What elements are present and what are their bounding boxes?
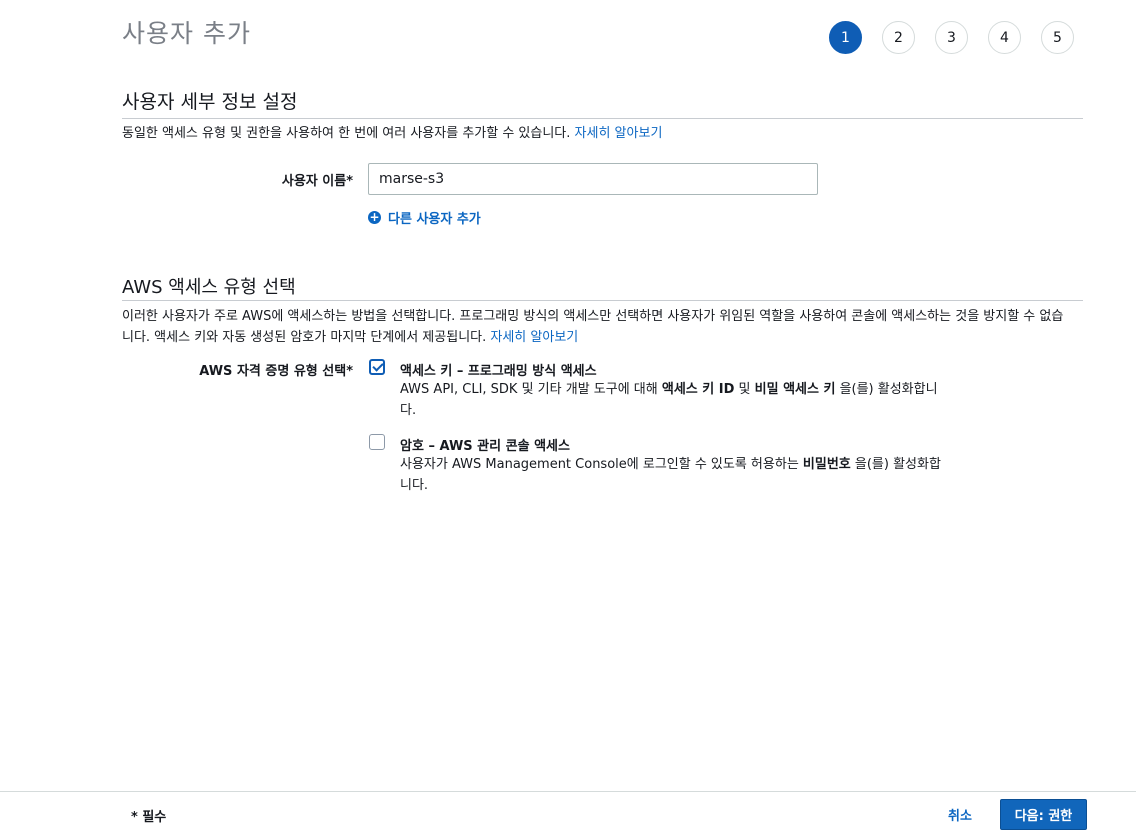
desc-bold: 액세스 키 ID <box>661 382 735 397</box>
username-label: 사용자 이름* <box>281 174 353 189</box>
desc-bold: 비밀번호 <box>802 457 851 472</box>
user-details-description: 동일한 액세스 유형 및 권한을 사용하여 한 번에 여러 사용자를 추가할 수… <box>122 123 662 144</box>
console-access-title: 암호 – AWS 관리 콘솔 액세스 <box>400 439 570 454</box>
desc-bold: 비밀 액세스 키 <box>754 382 836 397</box>
plus-circle-icon: + <box>368 210 381 224</box>
access-type-heading: AWS 액세스 유형 선택 <box>122 277 296 298</box>
programmatic-access-checkbox[interactable] <box>369 359 385 375</box>
access-type-description-line2: 니다. 액세스 키와 자동 생성된 암호가 마지막 단계에서 제공됩니다. 자세… <box>122 327 1063 348</box>
next-permissions-button[interactable]: 다음: 권한 <box>1000 799 1087 830</box>
console-access-description: 사용자가 AWS Management Console에 로그인할 수 있도록 … <box>400 454 945 496</box>
desc-text: 사용자가 AWS Management Console에 로그인할 수 있도록 … <box>400 457 803 472</box>
username-input[interactable] <box>368 163 818 195</box>
access-type-description: 이러한 사용자가 주로 AWS에 액세스하는 방법을 선택합니다. 프로그래밍 … <box>122 306 1063 348</box>
access-type-description-line1: 이러한 사용자가 주로 AWS에 액세스하는 방법을 선택합니다. 프로그래밍 … <box>122 309 1064 324</box>
desc-text: 및 <box>734 382 755 397</box>
step-3[interactable]: 3 <box>935 21 968 54</box>
add-another-user-button[interactable]: + 다른 사용자 추가 <box>368 208 481 227</box>
access-learn-more-link[interactable]: 자세히 알아보기 <box>490 330 578 345</box>
footer-divider <box>0 791 1136 792</box>
cancel-button[interactable]: 취소 <box>948 805 972 824</box>
wizard-steps: 1 2 3 4 5 <box>829 21 1094 54</box>
divider <box>122 118 1083 119</box>
step-2[interactable]: 2 <box>882 21 915 54</box>
step-5[interactable]: 5 <box>1041 21 1074 54</box>
desc-text: AWS API, CLI, SDK 및 기타 개발 도구에 대해 <box>400 382 662 397</box>
divider <box>122 300 1083 301</box>
programmatic-access-description: AWS API, CLI, SDK 및 기타 개발 도구에 대해 액세스 키 I… <box>400 379 945 421</box>
console-access-checkbox[interactable] <box>369 434 385 450</box>
programmatic-access-title: 액세스 키 – 프로그래밍 방식 액세스 <box>400 364 597 379</box>
page-title: 사용자 추가 <box>122 19 251 48</box>
access-type-description-line2-text: 니다. 액세스 키와 자동 생성된 암호가 마지막 단계에서 제공됩니다. <box>122 330 487 345</box>
learn-more-link[interactable]: 자세히 알아보기 <box>575 126 663 141</box>
add-another-user-label: 다른 사용자 추가 <box>388 212 481 227</box>
user-details-heading: 사용자 세부 정보 설정 <box>122 91 298 113</box>
credential-type-label: AWS 자격 증명 유형 선택* <box>199 364 353 379</box>
user-details-description-text: 동일한 액세스 유형 및 권한을 사용하여 한 번에 여러 사용자를 추가할 수… <box>122 126 571 141</box>
step-4[interactable]: 4 <box>988 21 1021 54</box>
required-note: * 필수 <box>131 810 167 825</box>
step-1[interactable]: 1 <box>829 21 862 54</box>
